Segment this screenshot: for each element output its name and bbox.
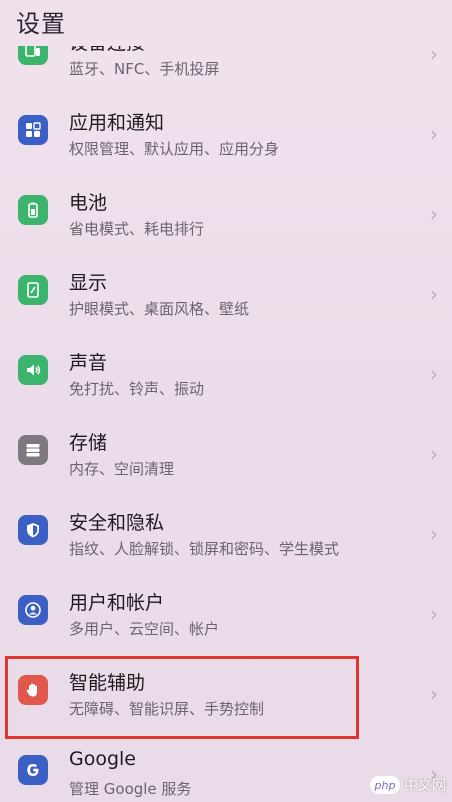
settings-item-subtitle: 权限管理、默认应用、应用分身 xyxy=(69,140,280,158)
settings-item-title: 用户和帐户 xyxy=(69,592,165,614)
display-icon xyxy=(18,275,48,305)
chevron-right-icon: › xyxy=(430,202,438,226)
settings-item-title: Google xyxy=(69,748,137,770)
battery-icon xyxy=(18,195,48,225)
settings-item-title: 显示 xyxy=(69,272,108,294)
settings-item-security[interactable]: 安全和隐私 指纹、人脸解锁、锁屏和密码、学生模式 › xyxy=(0,496,452,576)
hand-icon xyxy=(18,675,48,705)
google-icon xyxy=(18,755,48,785)
chevron-right-icon: › xyxy=(430,362,438,386)
speaker-icon xyxy=(18,355,48,385)
settings-item-title: 声音 xyxy=(69,352,108,374)
settings-item-subtitle: 省电模式、耗电排行 xyxy=(69,220,205,238)
chevron-right-icon: › xyxy=(430,42,438,66)
shield-icon xyxy=(18,515,48,545)
chevron-right-icon: › xyxy=(430,682,438,706)
settings-item-title: 电池 xyxy=(69,192,108,214)
settings-item-battery[interactable]: 电池 省电模式、耗电排行 › xyxy=(0,176,452,256)
settings-item-subtitle: 管理 Google 服务 xyxy=(69,780,192,798)
settings-item-title: 存储 xyxy=(69,432,108,454)
chevron-right-icon: › xyxy=(430,442,438,466)
settings-item-subtitle: 免打扰、铃声、振动 xyxy=(69,380,205,398)
settings-item-display[interactable]: 显示 护眼模式、桌面风格、壁纸 › xyxy=(0,256,452,336)
settings-item-subtitle: 无障碍、智能识屏、手势控制 xyxy=(69,700,265,718)
watermark-logo: php xyxy=(370,776,400,794)
settings-item-subtitle: 内存、空间清理 xyxy=(69,460,175,478)
chevron-right-icon: › xyxy=(430,122,438,146)
settings-item-subtitle: 护眼模式、桌面风格、壁纸 xyxy=(69,300,250,318)
chevron-right-icon: › xyxy=(430,522,438,546)
settings-item-title: 应用和通知 xyxy=(69,112,165,134)
settings-item-subtitle: 多用户、云空间、帐户 xyxy=(69,620,220,638)
watermark-text: 中文网 xyxy=(404,778,446,794)
settings-item-subtitle: 指纹、人脸解锁、锁屏和密码、学生模式 xyxy=(69,540,340,558)
page-title: 设置 xyxy=(16,10,66,38)
settings-item-users[interactable]: 用户和帐户 多用户、云空间、帐户 › xyxy=(0,576,452,656)
settings-item-smart-assist[interactable]: 智能辅助 无障碍、智能识屏、手势控制 › xyxy=(0,656,452,736)
user-icon xyxy=(18,595,48,625)
settings-item-subtitle: 蓝牙、NFC、手机投屏 xyxy=(69,60,220,78)
settings-item-apps[interactable]: 应用和通知 权限管理、默认应用、应用分身 › xyxy=(0,96,452,176)
app-header: 设置 xyxy=(0,0,452,46)
settings-item-storage[interactable]: 存储 内存、空间清理 › xyxy=(0,416,452,496)
storage-icon xyxy=(18,435,48,465)
apps-grid-icon xyxy=(18,115,48,145)
watermark: php 中文网 xyxy=(370,774,446,796)
settings-item-title: 安全和隐私 xyxy=(69,512,165,534)
settings-item-title: 智能辅助 xyxy=(69,672,146,694)
chevron-right-icon: › xyxy=(430,282,438,306)
chevron-right-icon: › xyxy=(430,602,438,626)
settings-item-sound[interactable]: 声音 免打扰、铃声、振动 › xyxy=(0,336,452,416)
settings-page: 设备连接 蓝牙、NFC、手机投屏 › 应用和通知 权限管理、默认应用、应用分身 … xyxy=(0,0,452,802)
